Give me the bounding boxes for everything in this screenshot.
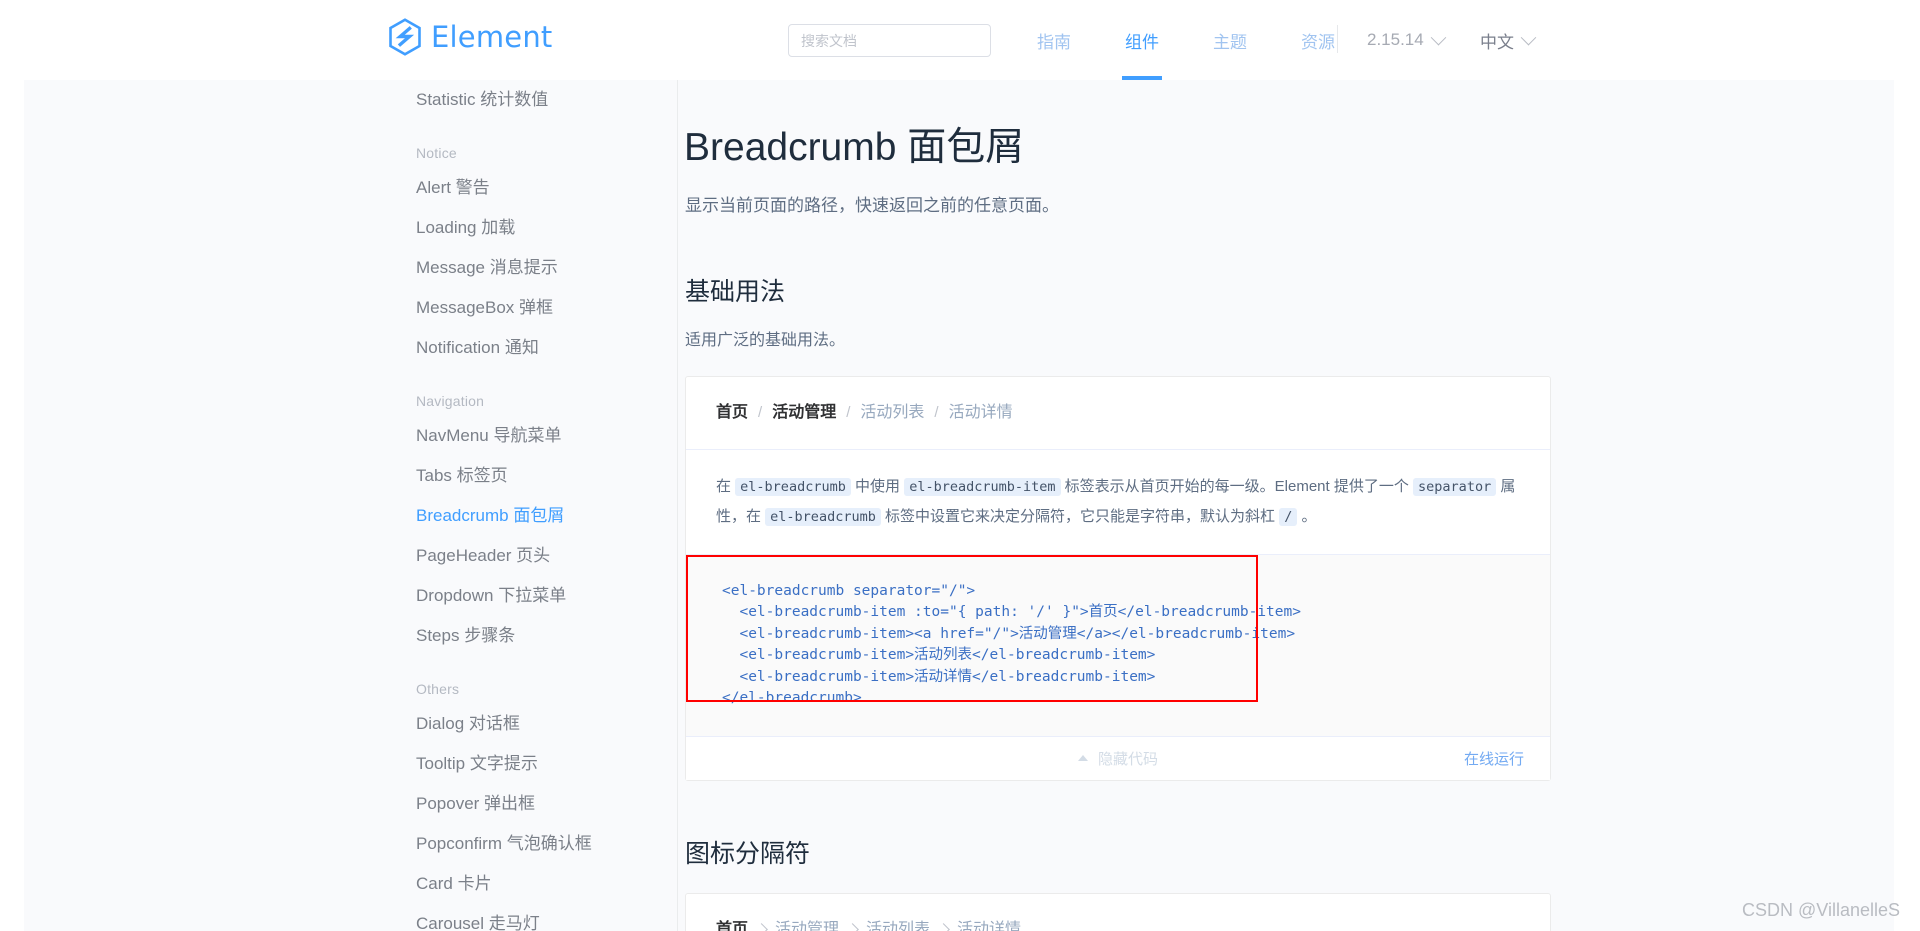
sidebar-item-loading[interactable]: Loading 加载 xyxy=(388,208,677,248)
code-line-1: <el-breadcrumb separator="/"> xyxy=(722,582,976,599)
run-online-button[interactable]: 在线运行 xyxy=(1464,748,1524,769)
breadcrumb-item-home[interactable]: 首页 xyxy=(716,403,748,423)
page-root: Element 指南 组件 主题 资源 2.15.14 中文 xyxy=(0,0,1920,931)
sidebar-group-navigation: Navigation xyxy=(416,393,485,409)
desc-text-2: 中使用 xyxy=(850,477,905,495)
code-line-3: <el-breadcrumb-item><a href="/">活动管理</a>… xyxy=(722,625,1296,642)
sidebar-item-dropdown[interactable]: Dropdown 下拉菜单 xyxy=(388,576,677,616)
desc-text-3: 标签表示从首页开始的每一级。Element 提供了一个 xyxy=(1060,477,1414,495)
sidebar-item-navmenu[interactable]: NavMenu 导航菜单 xyxy=(388,416,677,456)
nav-item-resources[interactable]: 资源 xyxy=(1274,0,1362,80)
right-gutter xyxy=(1894,0,1920,931)
left-gutter xyxy=(0,0,24,931)
demo-controls: 隐藏代码 在线运行 xyxy=(686,735,1550,780)
breadcrumb-separator: / xyxy=(758,403,763,421)
site-header: Element 指南 组件 主题 资源 2.15.14 中文 xyxy=(0,0,1920,80)
sidebar-item-notification[interactable]: Notification 通知 xyxy=(388,328,677,368)
nav-item-components[interactable]: 组件 xyxy=(1098,0,1186,80)
sidebar-item-carousel[interactable]: Carousel 走马灯 xyxy=(388,904,677,931)
sidebar-item-messagebox[interactable]: MessageBox 弹框 xyxy=(388,288,677,328)
element-logo-icon xyxy=(388,18,422,56)
chevron-right-icon xyxy=(937,923,950,931)
desc-code-2: el-breadcrumb-item xyxy=(904,477,1061,496)
breadcrumb-item-activity-detail: 活动详情 xyxy=(957,920,1022,931)
breadcrumb-item-activity-list: 活动列表 xyxy=(866,920,931,931)
header-divider xyxy=(1337,25,1338,53)
watermark: CSDN @VillanelleS xyxy=(1741,900,1900,920)
sidebar-item-popconfirm[interactable]: Popconfirm 气泡确认框 xyxy=(388,824,677,864)
page-title: Breadcrumb 面包屑 xyxy=(684,126,1025,169)
sidebar-item-dialog[interactable]: Dialog 对话框 xyxy=(388,704,677,744)
demo-code-area: <el-breadcrumb separator="/"> <el-breadc… xyxy=(686,553,1550,736)
desc-text-6: 。 xyxy=(1297,507,1317,525)
sidebar-item-popover[interactable]: Popover 弹出框 xyxy=(388,784,677,824)
doc-main: Breadcrumb 面包屑 显示当前页面的路径，快速返回之前的任意页面。 基础… xyxy=(679,80,1894,931)
breadcrumb-separator: / xyxy=(846,403,851,421)
sidebar-item-tabs[interactable]: Tabs 标签页 xyxy=(388,456,677,496)
sidebar-list: Statistic 统计数值 Notice Alert 警告 Loading 加… xyxy=(388,80,677,931)
demo-block-basic: 首页 / 活动管理 / 活动列表 / 活动详情 在 el-breadcrumb … xyxy=(685,375,1551,781)
section-title-icon-separator: 图标分隔符 xyxy=(685,839,811,868)
breadcrumb-item-activity-mgmt[interactable]: 活动管理 xyxy=(772,403,836,423)
code-line-4: <el-breadcrumb-item>活动列表</el-breadcrumb-… xyxy=(722,647,1156,664)
sidebar-group-notice: Notice xyxy=(416,145,457,161)
search-input[interactable] xyxy=(788,24,991,57)
chevron-right-icon xyxy=(846,923,859,931)
code-line-6: </el-breadcrumb> xyxy=(722,690,862,707)
language-label: 中文 xyxy=(1480,32,1514,52)
breadcrumb-item-activity-detail: 活动详情 xyxy=(948,403,1013,421)
breadcrumb-separator: / xyxy=(934,403,939,421)
brand-name: Element xyxy=(431,20,553,54)
demo-description: 在 el-breadcrumb 中使用 el-breadcrumb-item 标… xyxy=(686,448,1550,554)
code-line-5: <el-breadcrumb-item>活动详情</el-breadcrumb-… xyxy=(722,668,1156,685)
sidebar-item-pageheader[interactable]: PageHeader 页头 xyxy=(388,536,677,576)
sidebar-item-statistic[interactable]: Statistic 统计数值 xyxy=(388,80,677,120)
section-subtitle-basic: 适用广泛的基础用法。 xyxy=(685,332,846,350)
brand-logo-link[interactable]: Element xyxy=(388,18,552,56)
hide-code-button[interactable]: 隐藏代码 xyxy=(686,748,1550,769)
desc-code-1: el-breadcrumb xyxy=(735,477,851,496)
sidebar-item-alert[interactable]: Alert 警告 xyxy=(388,168,677,208)
demo-stage-basic: 首页 / 活动管理 / 活动列表 / 活动详情 xyxy=(686,377,1550,449)
sidebar-item-tooltip[interactable]: Tooltip 文字提示 xyxy=(388,744,677,784)
desc-code-5: / xyxy=(1279,507,1298,526)
section-title-basic: 基础用法 xyxy=(685,278,786,307)
desc-code-3: separator xyxy=(1413,477,1497,496)
chevron-right-icon xyxy=(755,923,768,931)
nav-item-theme[interactable]: 主题 xyxy=(1186,0,1274,80)
demo-stage-icon-separator: 首页 活动管理 活动列表 活动详情 xyxy=(686,894,1550,931)
sidebar-item-steps[interactable]: Steps 步骤条 xyxy=(388,616,677,656)
sidebar-item-breadcrumb[interactable]: Breadcrumb 面包屑 xyxy=(388,496,677,536)
language-selector[interactable]: 中文 xyxy=(1480,0,1537,80)
sidebar-group-others: Others xyxy=(416,681,460,697)
demo-block-icon-separator: 首页 活动管理 活动列表 活动详情 xyxy=(685,892,1551,931)
breadcrumb-icon: 首页 活动管理 活动列表 活动详情 xyxy=(716,920,1520,931)
version-selector[interactable]: 2.15.14 xyxy=(1367,0,1447,80)
desc-text-1: 在 xyxy=(716,477,736,495)
breadcrumb-item-activity-mgmt[interactable]: 活动管理 xyxy=(775,920,839,931)
sidebar-item-message[interactable]: Message 消息提示 xyxy=(388,248,677,288)
breadcrumb-item-home[interactable]: 首页 xyxy=(716,920,748,931)
desc-code-4: el-breadcrumb xyxy=(765,507,881,526)
page-body: Statistic 统计数值 Notice Alert 警告 Loading 加… xyxy=(24,80,1894,931)
page-subtitle: 显示当前页面的路径，快速返回之前的任意页面。 xyxy=(685,196,1059,215)
code-line-2: <el-breadcrumb-item :to="{ path: '/' }">… xyxy=(722,604,1301,621)
chevron-down-icon xyxy=(1520,29,1537,45)
sidebar-item-card[interactable]: Card 卡片 xyxy=(388,864,677,904)
triangle-up-icon xyxy=(1077,755,1088,762)
breadcrumb-item-activity-list: 活动列表 xyxy=(860,403,925,421)
component-sidebar: Statistic 统计数值 Notice Alert 警告 Loading 加… xyxy=(388,80,678,931)
code-snippet: <el-breadcrumb separator="/"> <el-breadc… xyxy=(686,554,1550,736)
breadcrumb: 首页 / 活动管理 / 活动列表 / 活动详情 xyxy=(716,403,1520,423)
main-nav: 指南 组件 主题 资源 xyxy=(1010,0,1362,80)
version-label: 2.15.14 xyxy=(1367,30,1424,49)
desc-text-5: 标签中设置它来决定分隔符，它只能是字符串，默认为斜杠 xyxy=(880,507,1280,525)
chevron-down-icon xyxy=(1430,29,1447,45)
hide-code-label: 隐藏代码 xyxy=(1097,750,1158,768)
nav-item-guide[interactable]: 指南 xyxy=(1010,0,1098,80)
